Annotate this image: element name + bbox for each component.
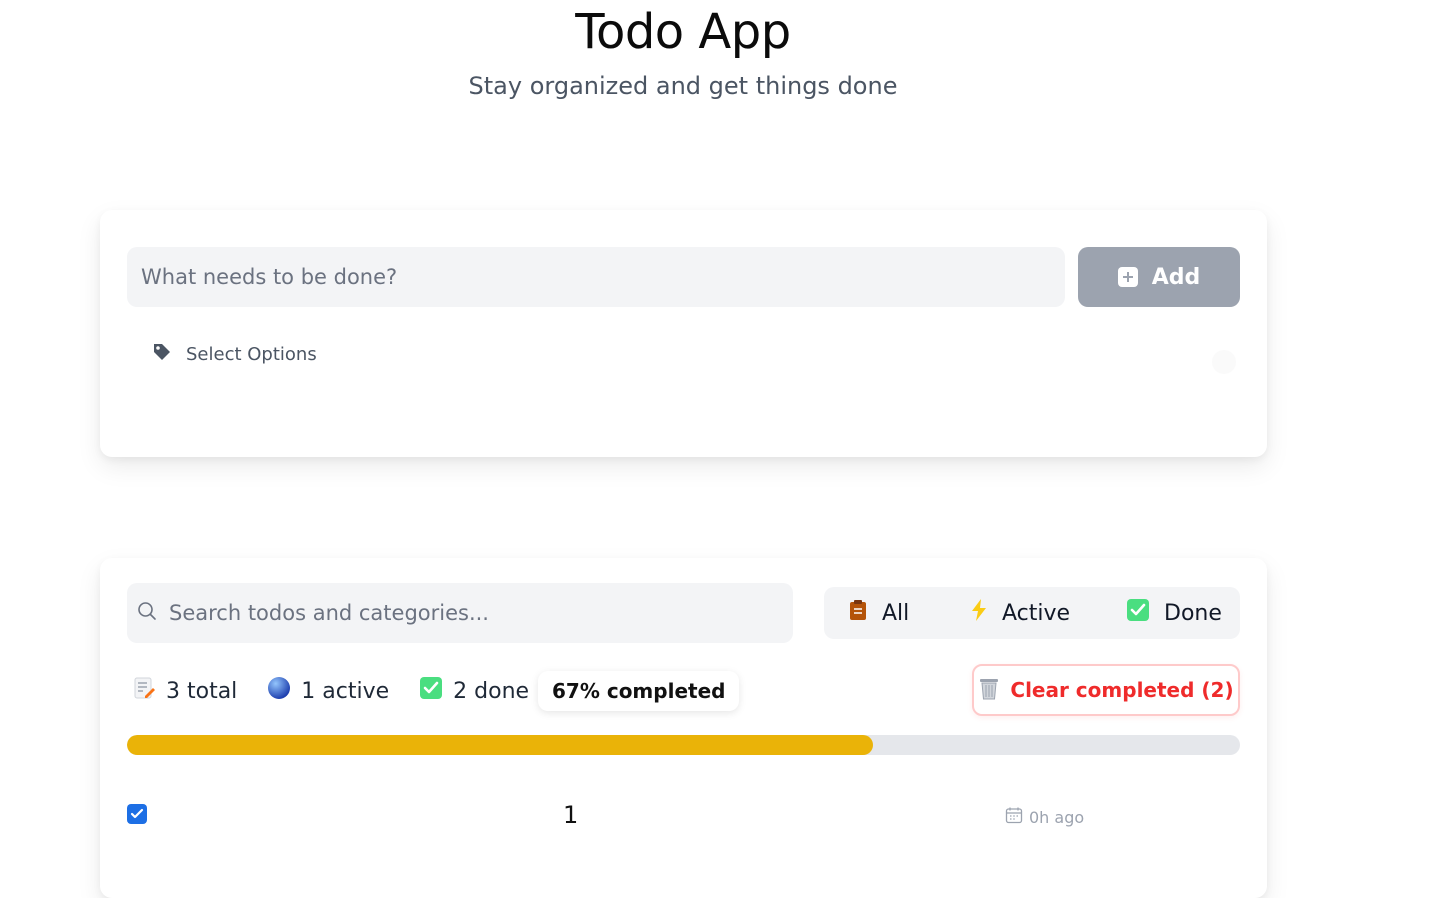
clear-completed-button[interactable]: Clear completed (2)	[972, 664, 1240, 716]
page-title: Todo App	[575, 4, 791, 60]
filter-done[interactable]: Done	[1126, 598, 1222, 628]
plus-square-icon	[1117, 267, 1138, 287]
select-options[interactable]: Select Options	[152, 342, 317, 367]
todo-text[interactable]: 1	[563, 801, 578, 829]
lightning-icon	[970, 599, 988, 627]
memo-icon	[132, 676, 156, 706]
add-todo-card: Add Select Options	[100, 210, 1267, 457]
filter-tabs: All Active Done	[824, 587, 1240, 639]
search-input[interactable]	[167, 600, 771, 626]
clear-completed-label: Clear completed (2)	[1010, 678, 1234, 702]
progress-bar	[127, 735, 1240, 755]
blue-circle-icon	[267, 676, 291, 706]
add-button-label: Add	[1151, 264, 1201, 290]
todo-time-label: 0h ago	[1029, 807, 1085, 827]
todo-checkbox[interactable]	[127, 804, 147, 824]
calendar-icon	[1005, 806, 1023, 828]
check-box-icon	[419, 676, 443, 706]
todo-timestamp: 0h ago	[1005, 806, 1084, 828]
filter-active[interactable]: Active	[970, 599, 1070, 627]
new-todo-input[interactable]	[127, 247, 1065, 307]
options-toggle[interactable]	[1212, 350, 1236, 374]
check-box-icon	[1126, 598, 1150, 628]
stat-active-label: 1 active	[301, 678, 390, 704]
todo-item: 1 0h ago	[127, 798, 1240, 838]
todo-list-card: All Active Done	[100, 558, 1267, 898]
stat-done-label: 2 done	[453, 678, 530, 704]
stats-bar: 3 total 1 active 2 done	[132, 670, 559, 712]
filter-all-label: All	[882, 600, 910, 626]
filter-all[interactable]: All	[848, 599, 909, 627]
stat-active: 1 active	[267, 676, 389, 706]
filter-active-label: Active	[1002, 600, 1071, 626]
search-icon	[137, 601, 157, 625]
trash-icon	[978, 676, 1000, 705]
search-box[interactable]	[127, 583, 793, 643]
select-options-label: Select Options	[186, 344, 317, 365]
completion-badge: 67% completed	[538, 671, 740, 711]
stat-total-label: 3 total	[166, 678, 238, 704]
stat-total: 3 total	[132, 676, 237, 706]
progress-fill	[127, 735, 873, 755]
clipboard-icon	[848, 599, 868, 627]
filter-done-label: Done	[1164, 600, 1222, 626]
page-subtitle: Stay organized and get things done	[468, 72, 898, 100]
stat-done: 2 done	[419, 676, 529, 706]
add-button[interactable]: Add	[1078, 247, 1240, 307]
tag-icon	[152, 342, 172, 367]
